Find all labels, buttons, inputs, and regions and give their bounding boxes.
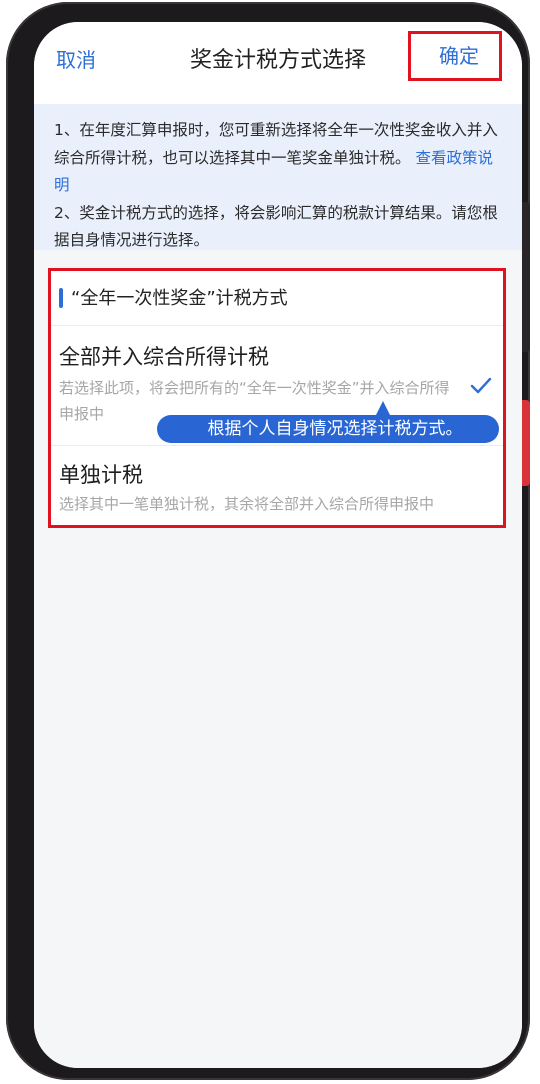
notice-line-2: 2、奖金计税方式的选择，将会影响汇算的税款计算结果。请您根据自身情况进行选择。 [54, 203, 498, 250]
volume-button [522, 202, 530, 352]
navigation-bar: 取消 奖金计税方式选择 确定 [34, 22, 522, 104]
option-merge-all[interactable]: 全部并入综合所得计税 若选择此项，将会把所有的“全年一次性奖金”并入综合所得申报… [51, 327, 503, 446]
option-description: 选择其中一笔单独计税，其余将全部并入综合所得申报中 [59, 495, 435, 513]
notice-panel: 1、在年度汇算申报时，您可重新选择将全年一次性奖金收入并入综合所得计税，也可以选… [34, 104, 522, 250]
tax-method-section: “全年一次性奖金”计税方式 全部并入综合所得计税 若选择此项，将会把所有的“全年… [48, 268, 506, 528]
check-icon [470, 377, 492, 394]
phone-frame: 取消 奖金计税方式选择 确定 1、在年度汇算申报时，您可重新选择将全年一次性奖金… [6, 2, 530, 1080]
option-title: 单独计税 [59, 463, 143, 487]
section-accent-bar [59, 288, 63, 308]
app-screen: 取消 奖金计税方式选择 确定 1、在年度汇算申报时，您可重新选择将全年一次性奖金… [34, 22, 522, 1068]
empty-content-area [34, 528, 522, 1068]
confirm-button[interactable]: 确定 [408, 31, 502, 81]
option-separate[interactable]: 单独计税 选择其中一笔单独计税，其余将全部并入综合所得申报中 [51, 447, 503, 527]
option-title: 全部并入综合所得计税 [59, 345, 269, 369]
section-title: “全年一次性奖金”计税方式 [71, 288, 288, 309]
section-header: “全年一次性奖金”计税方式 [51, 271, 503, 326]
power-button [522, 400, 530, 486]
guidance-tooltip: 根据个人自身情况选择计税方式。 [157, 415, 499, 443]
